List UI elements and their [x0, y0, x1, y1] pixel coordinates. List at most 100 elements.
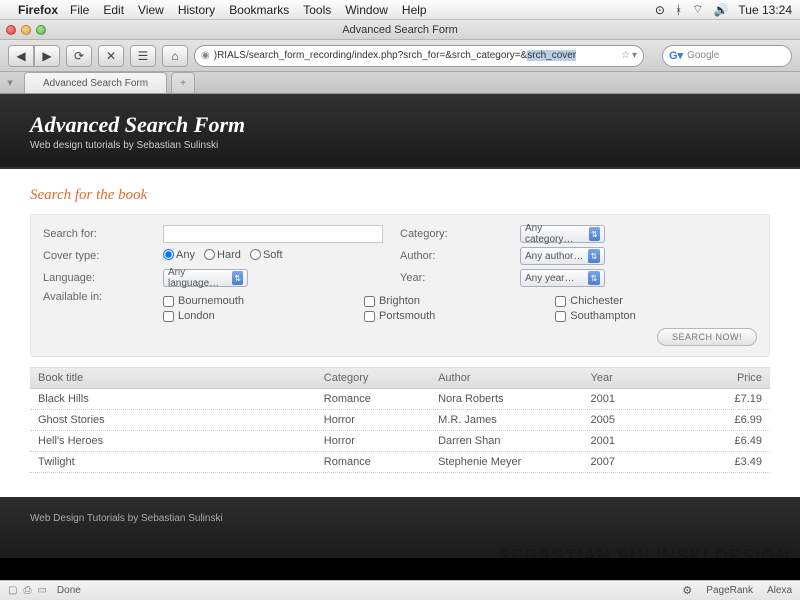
minimize-window-button[interactable] — [21, 25, 31, 35]
browser-search-box[interactable]: G▾ Google — [662, 45, 792, 67]
back-button[interactable]: ◀ — [8, 45, 34, 67]
bookmark-star-icon[interactable]: ☆ — [621, 50, 630, 61]
spotlight-icon[interactable]: ⊙ — [655, 3, 665, 17]
cell-price: £7.19 — [676, 393, 762, 405]
available-in-checks: Bournemouth London Brighton Portsmouth C… — [163, 295, 636, 322]
cell-title: Ghost Stories — [38, 414, 324, 426]
cell-category: Romance — [324, 393, 438, 405]
menu-help[interactable]: Help — [402, 3, 427, 17]
menu-file[interactable]: File — [70, 3, 89, 17]
page-footer: Web Design Tutorials by Sebastian Sulins… — [0, 497, 800, 558]
page-subtitle: Web design tutorials by Sebastian Sulins… — [30, 140, 770, 151]
site-identity-icon[interactable]: ◉ — [201, 50, 210, 61]
search-for-input[interactable] — [163, 225, 383, 243]
cell-year: 2007 — [591, 456, 677, 468]
check-portsmouth[interactable]: Portsmouth — [364, 310, 435, 322]
menu-tools[interactable]: Tools — [303, 3, 331, 17]
cell-year: 2001 — [591, 435, 677, 447]
cell-author: Darren Shan — [438, 435, 590, 447]
status-icon-1[interactable]: ▢ — [8, 585, 17, 596]
tab-strip: ▾ Advanced Search Form + — [0, 72, 800, 94]
search-form: Search for: Category: Any category…⇅ Cov… — [30, 214, 770, 357]
cell-category: Romance — [324, 456, 438, 468]
url-dropdown-icon[interactable]: ▾ — [632, 50, 637, 61]
cell-title: Twilight — [38, 456, 324, 468]
cell-year: 2001 — [591, 393, 677, 405]
status-icon-3[interactable]: ▭ — [37, 585, 46, 596]
cell-price: £3.49 — [676, 456, 762, 468]
cell-category: Horror — [324, 414, 438, 426]
browser-statusbar: ▢ ⎙ ▭ Done ⚙ PageRank Alexa — [0, 580, 800, 600]
table-row: Twilight Romance Stephenie Meyer 2007 £3… — [30, 452, 770, 473]
cell-author: Stephenie Meyer — [438, 456, 590, 468]
year-select[interactable]: Any year…⇅ — [520, 269, 605, 287]
th-author: Author — [438, 372, 590, 384]
cell-title: Black Hills — [38, 393, 324, 405]
chevron-updown-icon: ⇅ — [588, 271, 600, 285]
status-icon-2[interactable]: ⎙ — [23, 585, 31, 596]
tablist-dropdown-icon[interactable]: ▾ — [0, 72, 20, 93]
menu-history[interactable]: History — [178, 3, 215, 17]
menu-window[interactable]: Window — [345, 3, 388, 17]
cell-price: £6.49 — [676, 435, 762, 447]
google-icon: G▾ — [669, 49, 683, 62]
new-tab-button[interactable]: + — [171, 72, 195, 93]
check-southampton[interactable]: Southampton — [555, 310, 635, 322]
check-brighton[interactable]: Brighton — [364, 295, 435, 307]
radio-hard[interactable]: Hard — [204, 249, 241, 261]
readlater-button[interactable]: ☰ — [130, 45, 156, 67]
cell-year: 2005 — [591, 414, 677, 426]
label-language: Language: — [43, 272, 163, 284]
volume-icon[interactable]: 🔊 — [713, 3, 728, 17]
stop-button[interactable]: ✕ — [98, 45, 124, 67]
label-category: Category: — [400, 228, 520, 240]
cover-type-radios: Any Hard Soft — [163, 249, 289, 264]
th-title: Book title — [38, 372, 324, 384]
status-pagerank[interactable]: PageRank — [706, 585, 753, 596]
status-alexa[interactable]: Alexa — [767, 585, 792, 596]
check-chichester[interactable]: Chichester — [555, 295, 635, 307]
search-placeholder: Google — [687, 50, 719, 61]
wifi-icon[interactable]: ⌔ — [692, 2, 703, 17]
table-header-row: Book title Category Author Year Price — [30, 367, 770, 389]
radio-soft[interactable]: Soft — [250, 249, 283, 261]
home-button[interactable]: ⌂ — [162, 45, 188, 67]
zoom-window-button[interactable] — [36, 25, 46, 35]
status-done: Done — [57, 585, 81, 596]
check-london[interactable]: London — [163, 310, 244, 322]
chevron-updown-icon: ⇅ — [232, 271, 243, 285]
category-select[interactable]: Any category…⇅ — [520, 225, 605, 243]
page-title: Advanced Search Form — [30, 112, 770, 138]
check-bournemouth[interactable]: Bournemouth — [163, 295, 244, 307]
cell-category: Horror — [324, 435, 438, 447]
menu-view[interactable]: View — [138, 3, 164, 17]
th-price: Price — [676, 372, 762, 384]
menu-edit[interactable]: Edit — [103, 3, 124, 17]
cell-author: Nora Roberts — [438, 393, 590, 405]
radio-any[interactable]: Any — [163, 249, 195, 261]
window-title: Advanced Search Form — [342, 24, 458, 36]
reload-button[interactable]: ⟳ — [66, 45, 92, 67]
cell-title: Hell's Heroes — [38, 435, 324, 447]
page-header: Advanced Search Form Web design tutorial… — [0, 94, 800, 169]
url-text: )RIALS/search_form_recording/index.php?s… — [214, 50, 617, 61]
table-row: Ghost Stories Horror M.R. James 2005 £6.… — [30, 410, 770, 431]
gear-icon[interactable]: ⚙ — [682, 584, 692, 597]
author-select[interactable]: Any author…⇅ — [520, 247, 605, 265]
menubar-app[interactable]: Firefox — [18, 3, 58, 17]
language-select[interactable]: Any language…⇅ — [163, 269, 248, 287]
menubar-clock[interactable]: Tue 13:24 — [738, 3, 792, 17]
th-year: Year — [591, 372, 677, 384]
results-table: Book title Category Author Year Price Bl… — [30, 367, 770, 473]
menu-bookmarks[interactable]: Bookmarks — [229, 3, 289, 17]
label-author: Author: — [400, 250, 520, 262]
close-window-button[interactable] — [6, 25, 16, 35]
browser-toolbar: ◀ ▶ ⟳ ✕ ☰ ⌂ ◉ )RIALS/search_form_recordi… — [0, 40, 800, 72]
url-bar[interactable]: ◉ )RIALS/search_form_recording/index.php… — [194, 45, 644, 67]
forward-button[interactable]: ▶ — [34, 45, 60, 67]
search-now-button[interactable]: SEARCH NOW! — [657, 328, 757, 346]
tab-active[interactable]: Advanced Search Form — [24, 72, 167, 93]
table-row: Black Hills Romance Nora Roberts 2001 £7… — [30, 389, 770, 410]
page-content: Search for the book Search for: Category… — [0, 169, 800, 497]
bluetooth-icon[interactable]: ᚼ — [675, 3, 682, 17]
